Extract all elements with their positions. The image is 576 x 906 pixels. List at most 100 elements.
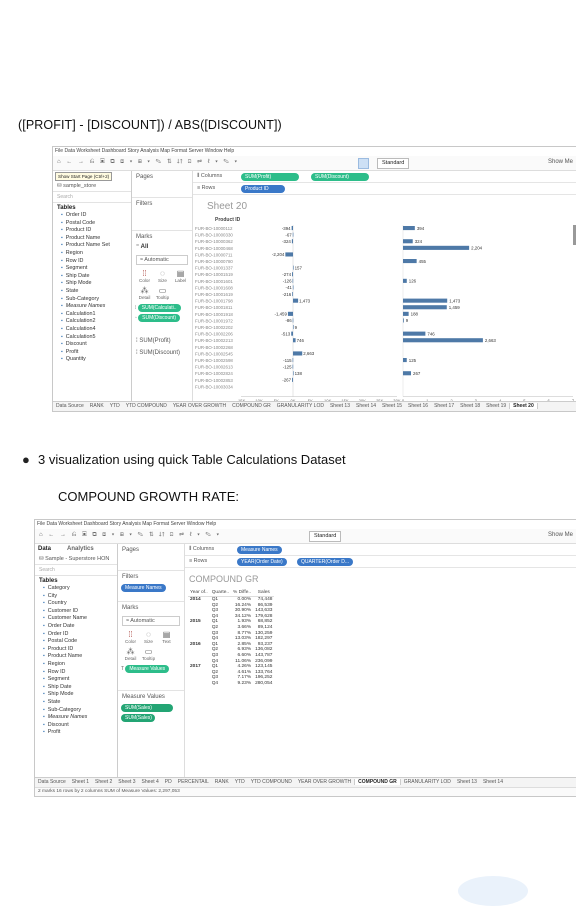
highlight-icon[interactable]: [358, 158, 369, 169]
columns-shelf[interactable]: ⦀ Columns SUM(Profit) SUM(Discount): [193, 171, 576, 183]
detail-button[interactable]: ⁂ Detail: [122, 647, 139, 662]
tooltip-button[interactable]: ▭ Tooltip: [154, 286, 171, 301]
search-input[interactable]: Search: [53, 192, 131, 203]
sheet-tab[interactable]: RANK: [87, 403, 107, 409]
sheet-tab[interactable]: Sheet 14: [353, 403, 379, 409]
sheet-tab[interactable]: PD: [162, 779, 175, 785]
field-item[interactable]: ▪ Customer ID: [35, 608, 117, 616]
field-item[interactable]: ▪ Sub-Category: [35, 707, 117, 715]
field-item[interactable]: ▪ Product Name: [53, 235, 131, 243]
field-item[interactable]: ▪ Discount: [53, 341, 131, 349]
sheet-tab[interactable]: Sheet 13: [454, 779, 480, 785]
sheet-tab[interactable]: COMPOUND GR: [229, 403, 274, 409]
sheet-tab[interactable]: YEAR OVER GROWTH: [170, 403, 229, 409]
field-item[interactable]: ▪ Product ID: [35, 646, 117, 654]
detail-button[interactable]: ⁂ Detail: [136, 286, 153, 301]
field-item[interactable]: ▪ Calculation1: [53, 311, 131, 319]
size-button[interactable]: ◌ Size: [140, 630, 157, 645]
columns-pill-profit[interactable]: SUM(Profit): [241, 173, 299, 181]
marks-pill-discount[interactable]: SUM(Discount): [138, 314, 181, 322]
sheet-tab[interactable]: Sheet 2: [92, 779, 115, 785]
fit-dropdown[interactable]: Standard: [377, 158, 410, 169]
sheet-tab[interactable]: Data Source: [35, 779, 69, 785]
sheet-tab[interactable]: Sheet 4: [139, 779, 162, 785]
sheet-tab[interactable]: Sheet 18: [457, 403, 483, 409]
field-item[interactable]: ▪ Order ID: [35, 631, 117, 639]
field-item[interactable]: ▪ Postal Code: [35, 638, 117, 646]
sheet-tab[interactable]: Sheet 14: [480, 779, 506, 785]
field-item[interactable]: ▪ Discount: [35, 722, 117, 730]
columns-shelf[interactable]: ⦀ Columns Measure Names: [185, 544, 576, 556]
sheet-tab[interactable]: Sheet 20: [509, 403, 538, 409]
toolbar-icons[interactable]: ⌂ ← → ⎌ ▣ ⧉ ⧈ ▾ ⊞ ▾ ✎ ⇅ ⇵ ⊡ ⇄ ℓ ▾ ✎ ▾: [57, 159, 239, 166]
field-item[interactable]: ▪ City: [35, 593, 117, 601]
field-item[interactable]: ▪ Calculation2: [53, 318, 131, 326]
tooltip-button[interactable]: ▭ Tooltip: [140, 647, 157, 662]
rows-pill-quarter[interactable]: QUARTER(Order D...: [297, 558, 353, 566]
field-item[interactable]: ▪ Region: [35, 661, 117, 669]
analytics-tab[interactable]: Analytics: [67, 546, 94, 552]
measure-card-profit[interactable]: ⁞ SUM(Profit): [132, 335, 192, 347]
field-item[interactable]: ▪ Product ID: [53, 227, 131, 235]
sheet-tab[interactable]: RANK: [212, 779, 232, 785]
rows-pill-year[interactable]: YEAR(Order Date): [237, 558, 287, 566]
menu-bar[interactable]: File Data Worksheet Dashboard Story Anal…: [35, 520, 576, 529]
sheet-tab[interactable]: YTD: [107, 403, 123, 409]
marks-pill-measure-values[interactable]: Measure Values: [125, 665, 170, 673]
field-item[interactable]: ▪ Customer Name: [35, 615, 117, 623]
filter-pill-measure-names[interactable]: Measure Names: [121, 584, 166, 592]
measure-value-pill-sales-2[interactable]: SUM(Sales): [121, 714, 155, 722]
label-button[interactable]: ▤ Label: [172, 269, 189, 284]
mark-type-dropdown[interactable]: ≈ Automatic: [136, 255, 188, 265]
field-item[interactable]: ▪ Ship Mode: [53, 280, 131, 288]
field-item[interactable]: ▪ Profit: [35, 729, 117, 737]
fit-dropdown[interactable]: Standard: [309, 531, 342, 542]
sheet-tab[interactable]: Sheet 19: [483, 403, 509, 409]
field-item[interactable]: ▪ Quantity: [53, 356, 131, 364]
field-item[interactable]: ▪ Ship Mode: [35, 691, 117, 699]
marks-pill-calculation[interactable]: SUM(Calculati..: [137, 304, 181, 312]
sheet-tab[interactable]: Data Source: [53, 403, 87, 409]
field-item[interactable]: ▪ Region: [53, 250, 131, 258]
sheet-tab[interactable]: Sheet 16: [405, 403, 431, 409]
sheet-tab[interactable]: Sheet 3: [115, 779, 138, 785]
sheet-tab[interactable]: YTD: [232, 779, 248, 785]
sheet-tab[interactable]: YEAR OVER GROWTH: [295, 779, 354, 785]
field-item[interactable]: ▪ Ship Date: [53, 273, 131, 281]
sheet-tab[interactable]: GRANULARITY LOD: [401, 779, 454, 785]
sheet-tab[interactable]: COMPOUND GR: [354, 779, 401, 785]
datasource-name[interactable]: ⛁ Sample - Superstore HON: [35, 554, 117, 565]
sheet-tab[interactable]: YTD COMPOUND: [248, 779, 295, 785]
field-item[interactable]: ▪ State: [53, 288, 131, 296]
field-item[interactable]: ▪ Segment: [35, 676, 117, 684]
show-me-button[interactable]: Show Me: [548, 532, 573, 538]
field-item[interactable]: ▪ Measure Names: [53, 303, 131, 311]
show-me-button[interactable]: Show Me: [548, 159, 573, 165]
measure-card-discount[interactable]: ⁞ SUM(Discount): [132, 347, 192, 359]
field-item[interactable]: ▪ Segment: [53, 265, 131, 273]
sheet-tab[interactable]: Sheet 1: [69, 779, 92, 785]
color-button[interactable]: ⁞⁞ Color: [136, 269, 153, 284]
field-item[interactable]: ▪ Order ID: [53, 212, 131, 220]
columns-pill-discount[interactable]: SUM(Discount): [311, 173, 369, 181]
search-input[interactable]: Search: [35, 565, 117, 576]
field-item[interactable]: ▪ State: [35, 699, 117, 707]
data-tab[interactable]: Data Analytics: [35, 544, 117, 554]
mark-type-dropdown[interactable]: ≈ Automatic: [122, 616, 180, 626]
field-item[interactable]: ▪ Row ID: [53, 258, 131, 266]
field-item[interactable]: ▪ Sub-Category: [53, 296, 131, 304]
color-button[interactable]: ⁞⁞ Color: [122, 630, 139, 645]
text-button[interactable]: ▤ Text: [158, 630, 175, 645]
field-item[interactable]: ▪ Product Name Set: [53, 242, 131, 250]
rows-pill-product-id[interactable]: Product ID: [241, 185, 285, 193]
field-item[interactable]: ▪ Profit: [53, 349, 131, 357]
field-item[interactable]: ▪ Postal Code: [53, 220, 131, 228]
sheet-tab[interactable]: YTD COMPOUND: [123, 403, 170, 409]
toolbar-icons[interactable]: ⌂ ← → ⎌ ▣ ⧉ ⧈ ▾ ⊞ ▾ ✎ ⇅ ⇵ ⊡ ⇄ ℓ ▾ ✎ ▾: [39, 532, 221, 539]
sheet-tab[interactable]: Sheet 13: [327, 403, 353, 409]
datasource-name[interactable]: ⛁ sample_store: [53, 181, 131, 192]
sheet-tab[interactable]: Sheet 15: [379, 403, 405, 409]
sheet-tab[interactable]: Sheet 17: [431, 403, 457, 409]
field-item[interactable]: ▪ Country: [35, 600, 117, 608]
field-item[interactable]: ▪ Category: [35, 585, 117, 593]
